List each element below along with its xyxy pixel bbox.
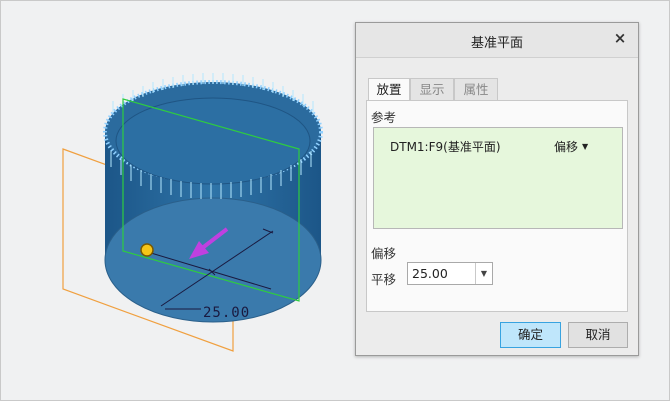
chevron-down-icon[interactable]: ▼ [475, 263, 492, 284]
translation-value[interactable]: 25.00 [412, 266, 448, 281]
reference-constraint-label: 偏移 [554, 140, 579, 154]
cancel-button[interactable]: 取消 [568, 322, 628, 348]
cylinder-solid [103, 80, 323, 323]
reference-item-name[interactable]: DTM1:F9(基准平面) [390, 138, 501, 155]
dialog-titlebar[interactable]: 基准平面 × [356, 23, 638, 58]
dialog-title: 基准平面 [470, 36, 523, 51]
tab-placement[interactable]: 放置 [368, 78, 410, 101]
offset-section-label: 偏移 [371, 246, 397, 261]
tab-display[interactable]: 显示 [410, 78, 454, 100]
references-label: 参考 [371, 110, 397, 125]
drag-handle-icon[interactable] [140, 243, 154, 257]
reference-constraint-dropdown[interactable]: 偏移 ▼ [554, 138, 588, 155]
placement-panel: 参考 DTM1:F9(基准平面) 偏移 ▼ 偏移 平移 25.00 ▼ [366, 100, 628, 312]
datum-plane-dialog: 基准平面 × 放置 显示 属性 参考 DTM1:F9(基准平面) 偏移 ▼ 偏移 … [355, 22, 639, 356]
dimension-value[interactable]: 25.00 [203, 305, 250, 321]
translation-label: 平移 [371, 272, 397, 287]
ok-button[interactable]: 确定 [500, 322, 561, 348]
references-collector[interactable]: DTM1:F9(基准平面) 偏移 ▼ [373, 127, 623, 229]
close-icon[interactable]: × [612, 30, 628, 46]
chevron-down-icon: ▼ [582, 142, 589, 151]
translation-combobox[interactable]: 25.00 ▼ [407, 262, 493, 285]
tab-properties[interactable]: 属性 [454, 78, 498, 100]
